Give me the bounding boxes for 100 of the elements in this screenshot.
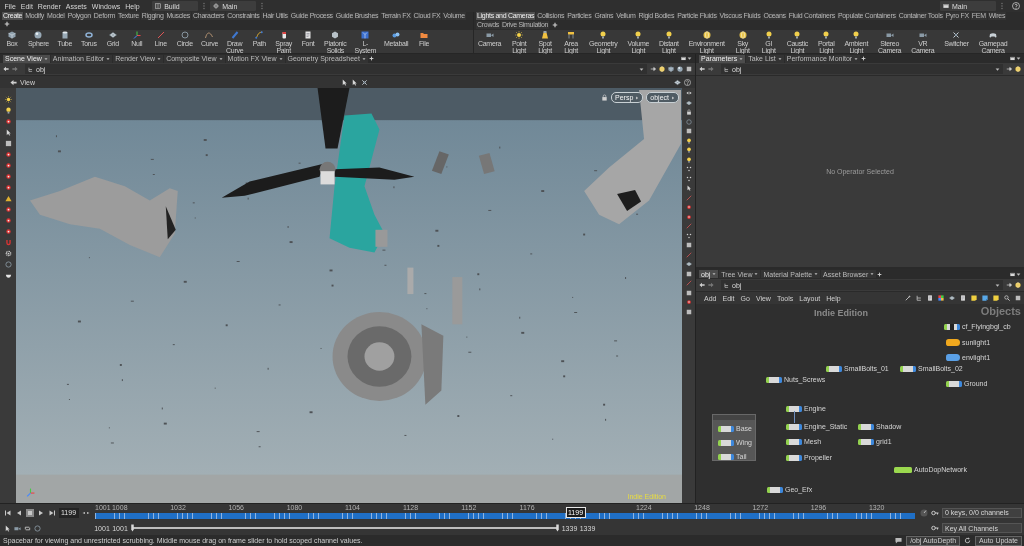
globe-icon[interactable] xyxy=(1015,66,1021,72)
play-icon[interactable] xyxy=(37,508,45,517)
play-reverse-icon[interactable] xyxy=(15,508,23,517)
grid-icon[interactable] xyxy=(685,99,692,106)
text-page-icon[interactable] xyxy=(304,31,313,39)
bulb-icon[interactable] xyxy=(599,31,608,39)
window-icon[interactable] xyxy=(943,3,949,9)
tree-icon[interactable] xyxy=(28,66,33,72)
cube-icon[interactable] xyxy=(668,66,674,72)
help-icon[interactable] xyxy=(684,78,691,86)
caret-icon[interactable] xyxy=(995,282,1000,288)
caret-icon[interactable] xyxy=(106,56,111,61)
pin-icon[interactable] xyxy=(1006,66,1012,72)
geometry-node[interactable] xyxy=(786,423,802,430)
sun-icon[interactable] xyxy=(515,31,524,39)
light-node[interactable] xyxy=(946,339,960,346)
cylinder-icon[interactable] xyxy=(60,31,69,39)
pointer-icon[interactable] xyxy=(4,129,12,136)
caret-icon[interactable] xyxy=(739,56,744,61)
camera-icon[interactable] xyxy=(485,31,494,39)
grid-icon[interactable] xyxy=(108,31,117,39)
bulb-icon[interactable] xyxy=(664,31,673,39)
dot-icon[interactable] xyxy=(4,173,12,180)
key-icon[interactable] xyxy=(931,508,939,517)
skip-back-icon[interactable] xyxy=(4,508,12,517)
window-icon[interactable] xyxy=(1010,56,1015,61)
geometry-node[interactable] xyxy=(786,454,802,461)
dot-icon[interactable] xyxy=(685,204,692,210)
line-icon[interactable] xyxy=(156,31,165,39)
bulb-icon[interactable] xyxy=(822,31,831,39)
caret-icon[interactable] xyxy=(43,56,48,61)
sun-icon[interactable] xyxy=(4,96,12,103)
grid-icon[interactable] xyxy=(949,295,955,301)
circle-icon[interactable] xyxy=(180,31,189,39)
skip-forward-icon[interactable] xyxy=(48,508,56,517)
blobs-icon[interactable] xyxy=(392,31,401,39)
key-icon[interactable] xyxy=(931,524,939,532)
bulb-icon[interactable] xyxy=(4,107,12,114)
grid-icon[interactable] xyxy=(685,261,692,267)
dot-icon[interactable] xyxy=(4,162,12,169)
curve-icon[interactable] xyxy=(205,31,214,39)
tree-icon[interactable] xyxy=(916,295,922,301)
dial-icon[interactable] xyxy=(920,508,928,517)
plus-icon[interactable] xyxy=(4,21,10,27)
dot-icon[interactable] xyxy=(4,217,12,224)
arrow-left-icon[interactable] xyxy=(699,66,705,72)
triangle-icon[interactable] xyxy=(4,195,12,202)
arrow-right-icon[interactable] xyxy=(708,66,714,72)
bulb-icon[interactable] xyxy=(764,31,773,39)
caret-icon[interactable] xyxy=(995,66,1000,72)
dots-icon[interactable] xyxy=(685,232,692,239)
pin-icon[interactable] xyxy=(650,66,656,72)
switch-icon[interactable] xyxy=(361,78,369,86)
gamepad-icon[interactable] xyxy=(989,31,997,39)
plus-icon[interactable] xyxy=(877,271,883,277)
cup-icon[interactable] xyxy=(4,272,12,279)
stop-icon[interactable] xyxy=(26,508,34,517)
globe-icon[interactable] xyxy=(738,31,747,39)
note-icon[interactable] xyxy=(993,295,999,301)
sphere-icon[interactable] xyxy=(34,31,43,39)
note-icon[interactable] xyxy=(971,295,977,301)
globe-icon[interactable] xyxy=(659,66,665,72)
geometry-node[interactable] xyxy=(826,365,842,372)
geometry-node[interactable] xyxy=(858,423,874,430)
globe-icon[interactable] xyxy=(1015,282,1021,288)
dot-icon[interactable] xyxy=(4,184,12,191)
loop-icon[interactable] xyxy=(24,524,31,532)
window-icon[interactable] xyxy=(681,56,686,61)
dop-network-node[interactable] xyxy=(894,466,912,473)
pointer-icon[interactable] xyxy=(4,524,11,532)
handle-icon[interactable] xyxy=(554,524,560,532)
dot-icon[interactable] xyxy=(4,151,12,158)
camera-icon[interactable] xyxy=(14,524,21,532)
caret-icon[interactable] xyxy=(777,56,782,61)
branch-icon[interactable] xyxy=(361,31,370,39)
columns-icon[interactable] xyxy=(155,3,162,9)
lock-icon[interactable] xyxy=(601,94,608,101)
dot-icon[interactable] xyxy=(685,213,692,220)
cube-icon[interactable] xyxy=(8,31,16,39)
text-page-icon[interactable] xyxy=(960,295,966,301)
geometry-node[interactable] xyxy=(786,438,802,445)
bulb-icon[interactable] xyxy=(634,31,643,39)
handle-icon[interactable] xyxy=(130,524,135,532)
caret-icon[interactable] xyxy=(1016,56,1021,61)
globe-icon[interactable] xyxy=(702,31,711,39)
eye-icon[interactable] xyxy=(685,90,692,96)
plus-icon[interactable] xyxy=(368,56,374,61)
camera-icon[interactable] xyxy=(918,31,927,39)
bulb-icon[interactable] xyxy=(685,156,692,163)
swatch-icon[interactable] xyxy=(938,295,944,301)
sticky-note-icon[interactable] xyxy=(982,295,988,301)
bulb-icon[interactable] xyxy=(685,147,692,153)
dot-icon[interactable] xyxy=(685,299,692,305)
caret-icon[interactable] xyxy=(854,56,859,61)
gear-icon[interactable] xyxy=(4,250,12,257)
geometry-node[interactable] xyxy=(786,405,802,412)
camera-icon[interactable] xyxy=(885,31,894,39)
tree-icon[interactable] xyxy=(724,66,729,72)
sphere-icon[interactable] xyxy=(677,66,683,72)
caret-icon[interactable] xyxy=(278,56,283,61)
